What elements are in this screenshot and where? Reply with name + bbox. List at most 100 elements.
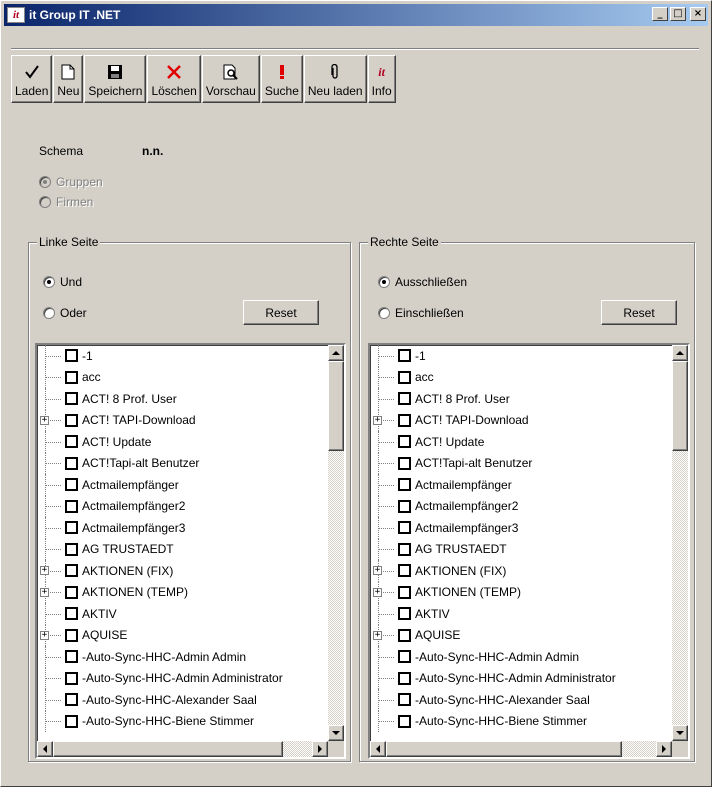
tree-item-checkbox[interactable] <box>398 714 411 728</box>
radio-einschliessen[interactable]: Einschließen <box>378 306 464 320</box>
tree-item-checkbox[interactable] <box>65 456 78 470</box>
tree-item-checkbox[interactable] <box>65 564 78 578</box>
tree-item-checkbox[interactable] <box>65 671 78 685</box>
expand-plus-icon[interactable]: + <box>373 415 382 425</box>
expand-plus-icon[interactable]: + <box>373 587 382 597</box>
tree-item[interactable]: ACT! Update <box>370 431 616 453</box>
tree-item[interactable]: Actmailempfänger2 <box>370 495 616 518</box>
tree-item-checkbox[interactable] <box>65 693 78 707</box>
expand-plus-icon[interactable]: + <box>40 566 49 575</box>
right-hscroll-thumb[interactable] <box>386 741 622 757</box>
right-horizontal-scrollbar[interactable] <box>370 741 672 757</box>
left-scroll-right-button[interactable] <box>312 741 328 757</box>
title-bar[interactable]: it it Group IT .NET _ □ × <box>4 4 708 26</box>
tree-item[interactable]: acc <box>370 366 616 389</box>
left-scroll-thumb[interactable] <box>328 361 344 451</box>
tree-item-checkbox[interactable] <box>398 392 411 406</box>
tree-item[interactable]: -1 <box>370 345 616 367</box>
tree-item-checkbox[interactable] <box>65 478 78 492</box>
tree-item[interactable]: ACT! Update <box>37 431 283 453</box>
minimize-button[interactable]: _ <box>652 7 668 21</box>
tree-item[interactable]: acc <box>37 366 283 389</box>
tree-item[interactable]: AKTIV <box>37 603 283 625</box>
tree-item-checkbox[interactable] <box>398 413 411 427</box>
tree-item[interactable]: -1 <box>37 345 283 367</box>
tree-item-checkbox[interactable] <box>398 542 411 556</box>
tree-item[interactable]: -Auto-Sync-HHC-Alexander Saal <box>370 689 616 711</box>
tree-item-checkbox[interactable] <box>398 564 411 578</box>
tree-item-checkbox[interactable] <box>398 456 411 470</box>
speichern-button[interactable]: Speichern <box>84 55 147 103</box>
tree-item-checkbox[interactable] <box>65 714 78 728</box>
maximize-button[interactable]: □ <box>670 7 686 21</box>
left-scroll-up-button[interactable] <box>328 345 344 361</box>
expand-plus-icon[interactable]: + <box>40 630 49 640</box>
tree-item[interactable]: AG TRUSTAEDT <box>37 538 283 561</box>
radio-oder[interactable]: Oder <box>43 306 87 320</box>
tree-item[interactable]: ACT! 8 Prof. User <box>370 388 616 410</box>
tree-item[interactable]: -Auto-Sync-HHC-Admin Administrator <box>37 667 283 690</box>
tree-item[interactable]: + ACT! TAPI-Download <box>37 409 283 432</box>
right-scroll-down-button[interactable] <box>672 725 688 741</box>
neu-laden-button[interactable]: Neu laden <box>303 55 367 103</box>
tree-item-checkbox[interactable] <box>65 521 78 535</box>
tree-item-checkbox[interactable] <box>398 521 411 535</box>
tree-item-checkbox[interactable] <box>65 435 78 449</box>
expand-plus-icon[interactable]: + <box>40 587 49 597</box>
tree-item[interactable]: -Auto-Sync-HHC-Biene Stimmer <box>37 710 283 733</box>
tree-item-checkbox[interactable] <box>65 628 78 642</box>
tree-item-checkbox[interactable] <box>398 650 411 664</box>
tree-item[interactable]: Actmailempfänger <box>370 474 616 496</box>
tree-item[interactable]: + AKTIONEN (TEMP) <box>37 581 283 604</box>
vorschau-button[interactable]: Vorschau <box>201 55 260 103</box>
tree-item[interactable]: ACT!Tapi-alt Benutzer <box>370 452 616 475</box>
right-scroll-left-button[interactable] <box>370 741 386 757</box>
tree-item[interactable]: ACT! 8 Prof. User <box>37 388 283 410</box>
tree-item-checkbox[interactable] <box>398 478 411 492</box>
tree-item[interactable]: Actmailempfänger2 <box>37 495 283 518</box>
tree-item[interactable]: Actmailempfänger <box>37 474 283 496</box>
tree-item-checkbox[interactable] <box>398 607 411 621</box>
tree-item[interactable]: + AQUISE <box>370 624 616 647</box>
left-hscroll-thumb[interactable] <box>53 741 283 757</box>
tree-item-checkbox[interactable] <box>398 370 411 384</box>
tree-item-checkbox[interactable] <box>398 671 411 685</box>
tree-item[interactable]: Actmailempfänger3 <box>37 517 283 539</box>
tree-item[interactable]: -Auto-Sync-HHC-Alexander Saal <box>37 689 283 711</box>
tree-item-checkbox[interactable] <box>398 349 411 363</box>
radio-ausschliessen-circle[interactable] <box>378 276 390 288</box>
tree-item-checkbox[interactable] <box>398 585 411 599</box>
expand-plus-icon[interactable]: + <box>373 566 382 575</box>
left-horizontal-scrollbar[interactable] <box>37 741 328 757</box>
tree-item-checkbox[interactable] <box>65 499 78 513</box>
left-vertical-scrollbar[interactable] <box>328 345 344 741</box>
tree-item-checkbox[interactable] <box>65 370 78 384</box>
radio-und[interactable]: Und <box>43 275 82 289</box>
left-scroll-left-button[interactable] <box>37 741 53 757</box>
right-reset-button[interactable]: Reset <box>601 300 677 325</box>
tree-item-checkbox[interactable] <box>65 607 78 621</box>
radio-einschliessen-circle[interactable] <box>378 307 390 319</box>
tree-item-checkbox[interactable] <box>65 650 78 664</box>
tree-item[interactable]: -Auto-Sync-HHC-Admin Admin <box>370 646 616 668</box>
tree-item[interactable]: AG TRUSTAEDT <box>370 538 616 561</box>
left-tree-view[interactable]: -1 acc ACT! 8 Prof. User + ACT! TAPI-Downloa… <box>35 343 346 759</box>
tree-item-checkbox[interactable] <box>398 693 411 707</box>
radio-ausschliessen[interactable]: Ausschließen <box>378 275 467 289</box>
laden-button[interactable]: Laden <box>11 55 53 103</box>
tree-item[interactable]: + AKTIONEN (FIX) <box>37 560 283 582</box>
radio-und-circle[interactable] <box>43 276 55 288</box>
radio-oder-circle[interactable] <box>43 307 55 319</box>
left-reset-button[interactable]: Reset <box>243 300 319 325</box>
right-tree-view[interactable]: -1 acc ACT! 8 Prof. User + ACT! TAPI-Downloa… <box>368 343 690 759</box>
tree-item[interactable]: ACT!Tapi-alt Benutzer <box>37 452 283 475</box>
expand-plus-icon[interactable]: + <box>373 630 382 640</box>
tree-item[interactable]: + AKTIONEN (FIX) <box>370 560 616 582</box>
tree-item[interactable]: + AKTIONEN (TEMP) <box>370 581 616 604</box>
right-scroll-up-button[interactable] <box>672 345 688 361</box>
tree-item[interactable]: AKTIV <box>370 603 616 625</box>
neu-button[interactable]: Neu <box>53 55 84 103</box>
tree-item[interactable]: -Auto-Sync-HHC-Biene Stimmer <box>370 710 616 733</box>
right-vertical-scrollbar[interactable] <box>672 345 688 741</box>
suche-button[interactable]: Suche <box>260 55 303 103</box>
